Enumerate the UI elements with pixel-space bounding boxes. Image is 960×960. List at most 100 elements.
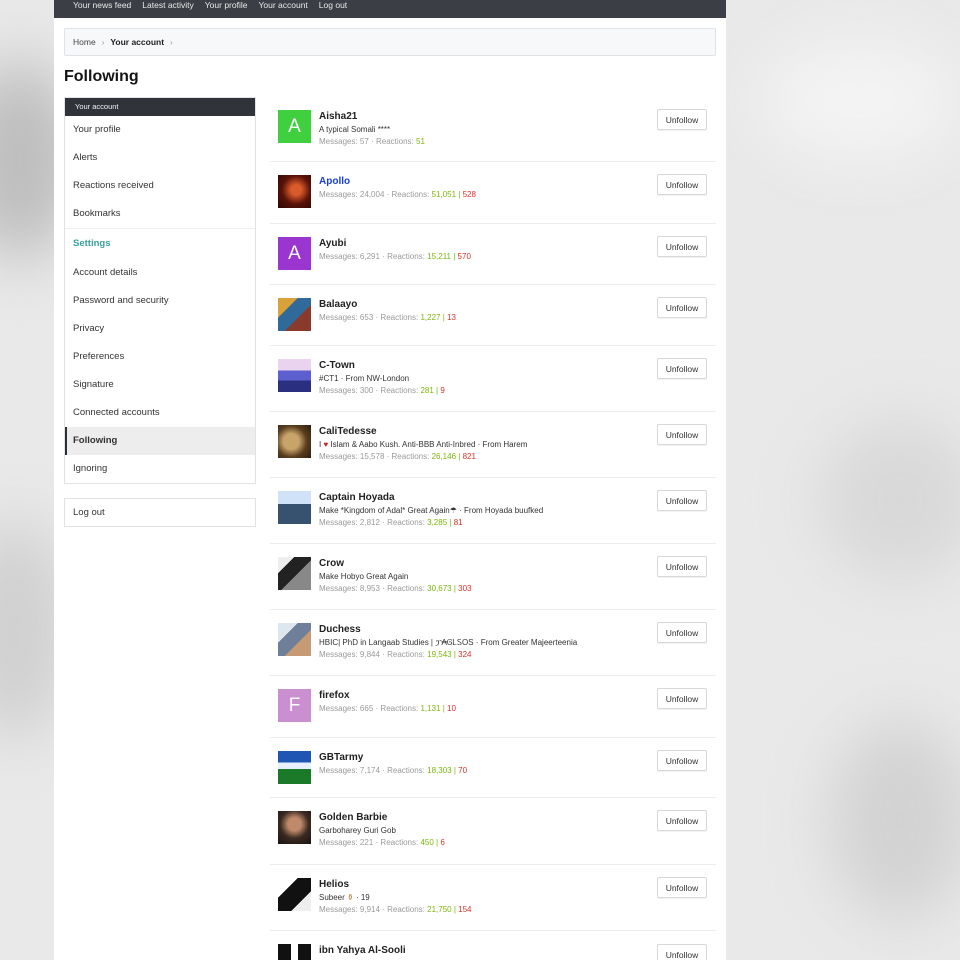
avatar[interactable] — [278, 944, 311, 960]
unfollow-button[interactable]: Unfollow — [657, 424, 707, 445]
nav-your-account[interactable]: Your account — [258, 0, 307, 10]
sidebar-item-ignoring[interactable]: Ignoring — [65, 455, 255, 483]
stats-bar: | — [442, 704, 445, 713]
sidebar-item-preferences[interactable]: Preferences — [65, 343, 255, 371]
sidebar-item-privacy[interactable]: Privacy — [65, 315, 255, 343]
unfollow-button[interactable]: Unfollow — [657, 174, 707, 195]
stats-reactions-negative: 9 — [440, 386, 445, 395]
stats-messages-label: Messages: — [319, 190, 358, 199]
breadcrumb-separator: › — [101, 37, 105, 47]
avatar[interactable] — [278, 878, 311, 911]
sidebar-log-out[interactable]: Log out — [64, 498, 256, 527]
member-user-title: HBIC| PhD in Langaab Studies | ፓ₳ᎶᏞᏚOS ·… — [319, 638, 578, 647]
member-username[interactable]: GBTarmy — [319, 752, 363, 763]
stats-messages-value: 24,004 — [359, 190, 385, 199]
stats-messages-label: Messages: — [319, 704, 358, 713]
stats-messages-label: Messages: — [319, 313, 358, 322]
member-username[interactable]: ibn Yahya Al-Sooli — [319, 945, 406, 956]
member-username[interactable]: Duchess — [319, 624, 361, 635]
unfollow-button[interactable]: Unfollow — [657, 109, 707, 130]
breadcrumb-current[interactable]: Your account — [110, 37, 164, 47]
stats-messages-value: 221 — [359, 838, 374, 847]
unfollow-button[interactable]: Unfollow — [657, 750, 707, 771]
avatar[interactable] — [278, 751, 311, 784]
member-username[interactable]: CaliTedesse — [319, 426, 377, 437]
unfollow-button[interactable]: Unfollow — [657, 622, 707, 643]
avatar[interactable] — [278, 425, 311, 458]
stats-reactions-positive: 19,543 — [427, 650, 452, 659]
stats-messages-label: Messages: — [319, 386, 358, 395]
unfollow-button[interactable]: Unfollow — [657, 556, 707, 577]
member-user-title: Make Hobyo Great Again — [319, 572, 409, 581]
stats-messages-label: Messages: — [319, 584, 358, 593]
unfollow-button[interactable]: Unfollow — [657, 877, 707, 898]
breadcrumb-home[interactable]: Home — [73, 37, 96, 47]
avatar[interactable] — [278, 491, 311, 524]
nav-latest-activity[interactable]: Latest activity — [142, 0, 194, 10]
unfollow-button[interactable]: Unfollow — [657, 810, 707, 831]
stats-dot: · — [382, 518, 385, 527]
avatar[interactable] — [278, 811, 311, 844]
unfollow-button[interactable]: Unfollow — [657, 944, 707, 960]
stats-bar: | — [453, 650, 456, 659]
avatar[interactable] — [278, 175, 311, 208]
member-stats: Messages: 6,291 · Reactions: 15,211 | 57… — [319, 252, 471, 261]
avatar[interactable]: A — [278, 110, 311, 143]
member-username[interactable]: C-Town — [319, 360, 355, 371]
member-stats: Messages: 7,174 · Reactions: 18,303 | 70 — [319, 766, 467, 775]
stats-bar: | — [436, 386, 439, 395]
member-row: Captain Hoyada Make *Kingdom of Adal* Gre… — [270, 478, 716, 544]
unfollow-button[interactable]: Unfollow — [657, 490, 707, 511]
unfollow-button[interactable]: Unfollow — [657, 236, 707, 257]
stats-reactions-label: Reactions: — [375, 137, 414, 146]
member-username[interactable]: Crow — [319, 558, 344, 569]
stats-messages-value: 300 — [359, 386, 374, 395]
sidebar-item-connected-accounts[interactable]: Connected accounts — [65, 399, 255, 427]
member-stats: Messages: 9,844 · Reactions: 19,543 | 32… — [319, 650, 472, 659]
member-username[interactable]: Ayubi — [319, 238, 346, 249]
sidebar-settings-heading: Settings — [65, 228, 255, 259]
member-username[interactable]: Balaayo — [319, 299, 357, 310]
member-user-title: Garboharey Guri Gob — [319, 826, 396, 835]
unfollow-button[interactable]: Unfollow — [657, 297, 707, 318]
stats-dot: · — [375, 838, 379, 847]
nav-log-out[interactable]: Log out — [319, 0, 347, 10]
member-row: Helios Subeer ⚱ · 19 Messages: 9,914 · Rea… — [270, 865, 716, 931]
avatar[interactable]: F — [278, 689, 311, 722]
unfollow-button[interactable]: Unfollow — [657, 358, 707, 379]
nav-news-feed[interactable]: Your news feed — [73, 0, 131, 10]
sidebar-item-following[interactable]: Following — [65, 427, 255, 455]
account-sidebar: Your account Your profile Alerts Reactio… — [64, 97, 256, 484]
avatar[interactable] — [278, 359, 311, 392]
member-username[interactable]: Aisha21 — [319, 111, 357, 122]
avatar[interactable] — [278, 557, 311, 590]
sidebar-item-password-security[interactable]: Password and security — [65, 287, 255, 315]
member-stats: Messages: 9,914 · Reactions: 21,750 | 15… — [319, 905, 472, 914]
member-title-text: · 19 — [355, 893, 370, 902]
avatar[interactable] — [278, 298, 311, 331]
sidebar-item-bookmarks[interactable]: Bookmarks — [65, 200, 255, 228]
stats-dot: · — [375, 386, 379, 395]
sidebar-item-account-details[interactable]: Account details — [65, 259, 255, 287]
stats-bar: | — [453, 766, 456, 775]
sidebar-item-alerts[interactable]: Alerts — [65, 144, 255, 172]
sidebar-item-reactions-received[interactable]: Reactions received — [65, 172, 255, 200]
sidebar-item-signature[interactable]: Signature — [65, 371, 255, 399]
member-username[interactable]: Golden Barbie — [319, 812, 387, 823]
member-username[interactable]: Captain Hoyada — [319, 492, 395, 503]
nav-your-profile[interactable]: Your profile — [205, 0, 248, 10]
stats-messages-label: Messages: — [319, 905, 358, 914]
stats-reactions-negative: 6 — [440, 838, 445, 847]
member-username[interactable]: Helios — [319, 879, 349, 890]
avatar[interactable]: A — [278, 237, 311, 270]
unfollow-button[interactable]: Unfollow — [657, 688, 707, 709]
member-username[interactable]: firefox — [319, 690, 350, 701]
member-row: A Ayubi Messages: 6,291 · Reactions: 15,21… — [270, 224, 716, 285]
sidebar-item-your-profile[interactable]: Your profile — [65, 116, 255, 144]
avatar[interactable] — [278, 623, 311, 656]
stats-reactions-label: Reactions: — [380, 704, 419, 713]
member-row: Duchess HBIC| PhD in Langaab Studies | ፓ₳… — [270, 610, 716, 676]
member-username[interactable]: Apollo — [319, 176, 350, 187]
stats-dot: · — [386, 190, 390, 199]
member-row: A Aisha21 A typical Somali **** Messages: 5… — [270, 97, 716, 162]
